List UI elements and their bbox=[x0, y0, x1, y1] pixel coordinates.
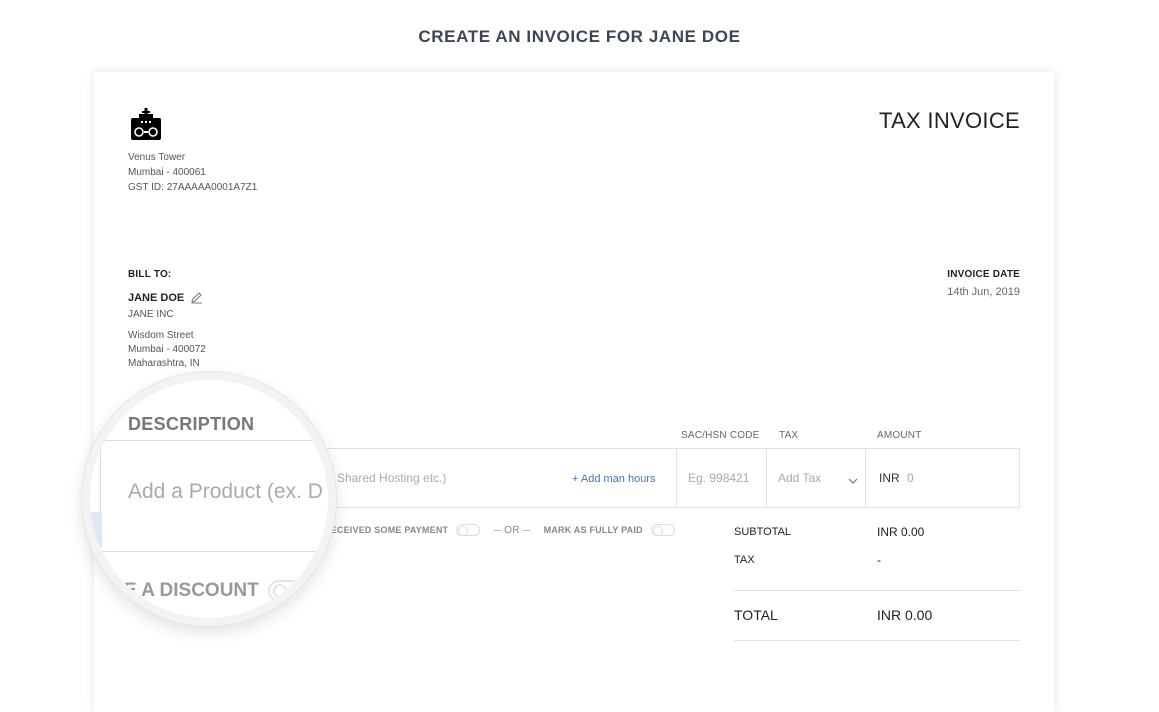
tax-total-value: - bbox=[877, 553, 881, 567]
totals-divider bbox=[734, 590, 1020, 591]
amount-value: 0 bbox=[907, 471, 914, 485]
robot-radio-logo-icon bbox=[128, 108, 164, 144]
client-address-line2: Mumbai - 400072 bbox=[128, 344, 206, 355]
column-header-amount: AMOUNT bbox=[877, 430, 922, 441]
client-company: JANE INC bbox=[128, 309, 174, 320]
tax-total-label: TAX bbox=[734, 554, 755, 566]
or-separator: OR bbox=[494, 525, 530, 536]
bill-to-label: BILL TO: bbox=[128, 269, 172, 280]
payment-options: RECEIVED SOME PAYMENT OR MARK AS FULLY P… bbox=[324, 524, 675, 536]
tax-select[interactable]: Add Tax bbox=[778, 471, 858, 485]
partial-payment-toggle[interactable] bbox=[456, 524, 481, 536]
company-gst: GST ID: 27AAAAA0001A7Z1 bbox=[128, 182, 258, 193]
amount-input[interactable]: INR 0 bbox=[879, 471, 914, 485]
total-value: INR 0.00 bbox=[877, 607, 933, 623]
magnified-discount-toggle[interactable] bbox=[268, 580, 304, 602]
invoice-date-value[interactable]: 14th Jun, 2019 bbox=[947, 286, 1020, 298]
amount-currency: INR bbox=[879, 471, 900, 485]
invoice-date-label: INVOICE DATE bbox=[947, 269, 1020, 280]
magnified-description-header: DESCRIPTION bbox=[128, 414, 255, 434]
magnified-product-placeholder[interactable]: Add a Product (ex. D bbox=[128, 480, 323, 504]
add-man-hours-link[interactable]: + Add man hours bbox=[572, 473, 655, 485]
magnified-discount-label: E A DISCOUNT bbox=[124, 580, 259, 601]
magnifier-lens: DESCRIPTION Add a Product (ex. D E A DIS… bbox=[82, 372, 336, 626]
code-input[interactable]: Eg. 998421 bbox=[688, 471, 749, 485]
total-label: TOTAL bbox=[734, 607, 778, 623]
fully-paid-label: MARK AS FULLY PAID bbox=[543, 525, 643, 535]
client-name: JANE DOE bbox=[128, 291, 185, 304]
column-header-code: SAC/HSN CODE bbox=[681, 430, 760, 441]
company-address-line1: Venus Tower bbox=[128, 152, 186, 163]
fully-paid-toggle[interactable] bbox=[650, 524, 675, 536]
tax-select-value: Add Tax bbox=[778, 471, 822, 485]
client-address-line1: Wisdom Street bbox=[128, 330, 194, 341]
company-address-line2: Mumbai - 400061 bbox=[128, 167, 206, 178]
subtotal-label: SUBTOTAL bbox=[734, 526, 792, 538]
description-input[interactable]: Shared Hosting etc.) bbox=[337, 471, 446, 485]
partial-payment-label: RECEIVED SOME PAYMENT bbox=[324, 525, 449, 535]
chevron-down-icon bbox=[848, 473, 858, 484]
client-address-line3: Maharashtra, IN bbox=[128, 358, 200, 369]
pencil-icon[interactable] bbox=[190, 291, 203, 304]
total-divider bbox=[734, 640, 1020, 641]
page-heading: CREATE AN INVOICE FOR JANE DOE bbox=[418, 27, 741, 46]
subtotal-value: INR 0.00 bbox=[877, 525, 925, 539]
client-name-row: JANE DOE bbox=[128, 291, 203, 304]
column-header-tax: TAX bbox=[779, 430, 799, 441]
magnified-row-marker bbox=[90, 512, 102, 548]
invoice-title: TAX INVOICE bbox=[878, 108, 1020, 133]
